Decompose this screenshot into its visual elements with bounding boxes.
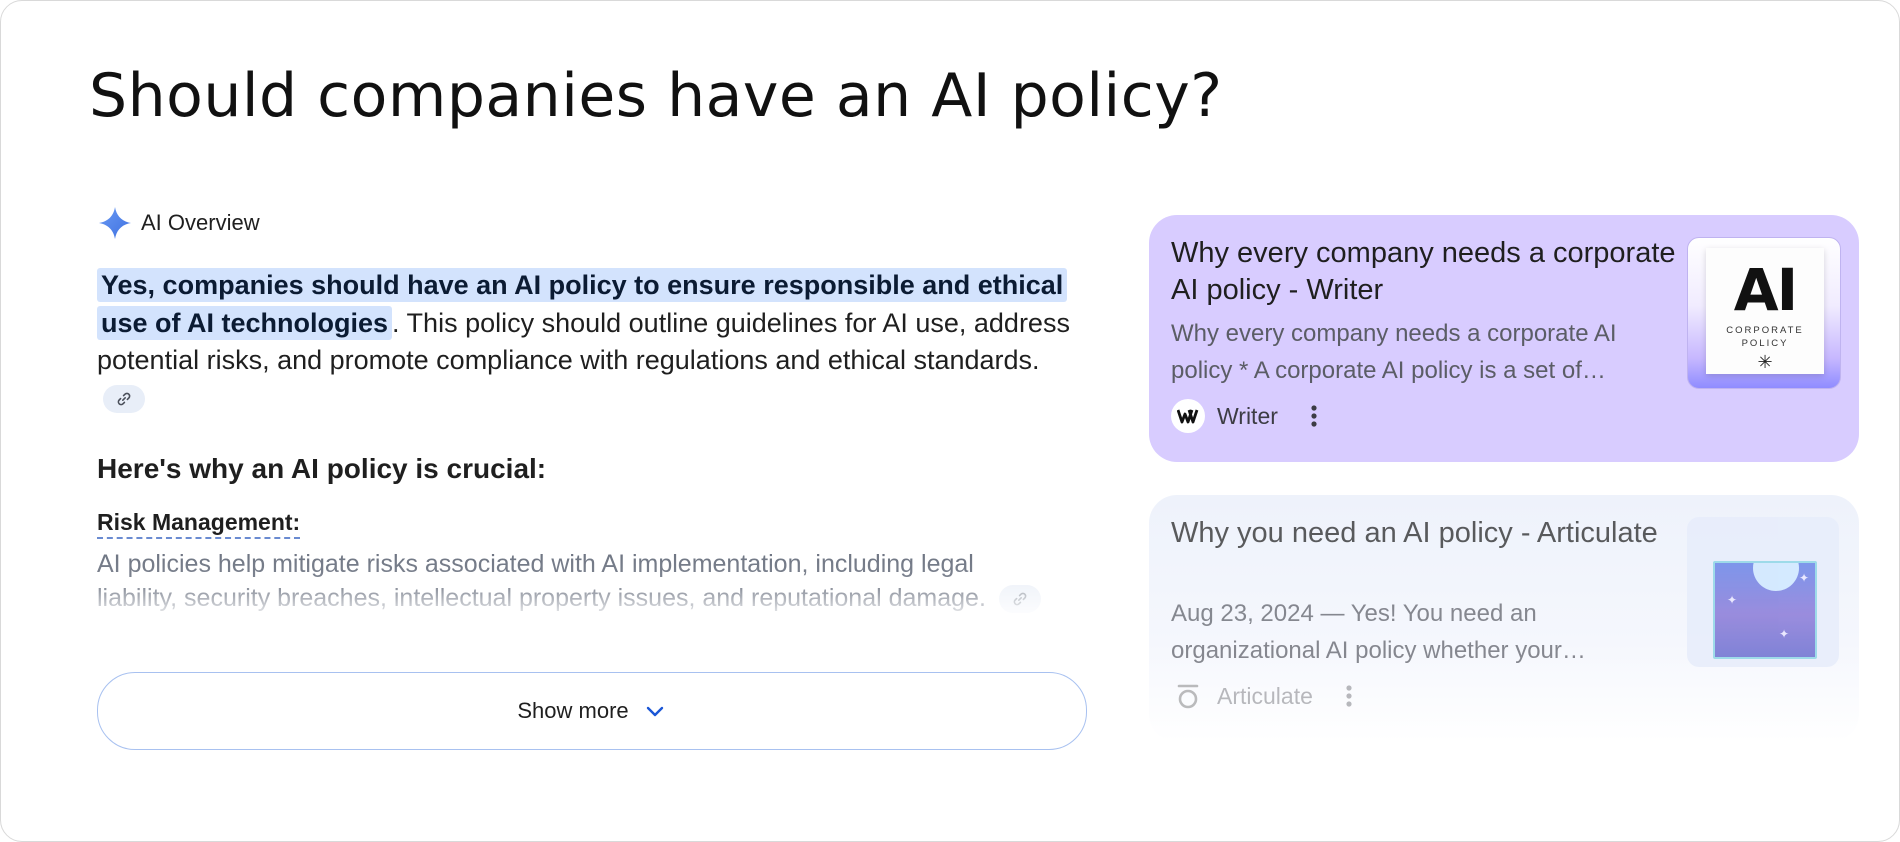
page-frame: Should companies have an AI policy? AI O… (0, 0, 1900, 842)
book-cover-image: AI CORPORATE POLICY ✳ (1706, 248, 1824, 374)
source-card-writer[interactable]: Why every company needs a corporate AI p… (1149, 215, 1859, 462)
source-link-chip[interactable] (103, 385, 145, 414)
source-thumbnail[interactable]: ✦ ✦ ✦ (1687, 517, 1839, 667)
book-cover-subtitle-line-1: CORPORATE (1726, 325, 1804, 336)
show-more-button[interactable]: Show more (97, 672, 1087, 750)
link-icon (1013, 593, 1027, 606)
gemini-spark-icon (99, 207, 131, 239)
night-sky-illustration: ✦ ✦ ✦ (1713, 561, 1817, 659)
source-name: Articulate (1217, 682, 1313, 709)
show-more-label: Show more (517, 698, 629, 723)
source-thumbnail[interactable]: AI CORPORATE POLICY ✳ (1687, 237, 1841, 389)
source-card-snippet: Aug 23, 2024 — Yes! You need an organiza… (1171, 600, 1586, 664)
source-card-source: Articulate (1171, 679, 1363, 713)
risk-management-title[interactable]: Risk Management: (97, 509, 301, 539)
source-card-articulate[interactable]: Why you need an AI policy - Articulate A… (1149, 495, 1859, 742)
risk-management-text: AI policies help mitigate risks associat… (97, 547, 1057, 615)
moon-shape (1753, 563, 1799, 591)
source-name: Writer (1217, 402, 1278, 429)
star-icon: ✦ (1799, 571, 1810, 585)
risk-source-link-chip[interactable] (998, 585, 1041, 614)
source-card-title[interactable]: Why you need an AI policy - Articulate (1171, 515, 1691, 552)
book-cover-subtitle-line-2: POLICY (1741, 338, 1789, 349)
chevron-down-icon (646, 706, 663, 717)
risk-text-body: AI policies help mitigate risks associat… (97, 550, 986, 612)
book-cover-subtitle: CORPORATE POLICY (1706, 324, 1824, 350)
link-icon (117, 393, 131, 406)
articulate-logo-icon (1171, 679, 1205, 713)
ai-overview-answer: Yes, companies should have an AI policy … (97, 267, 1087, 417)
page-title: Should companies have an AI policy? (89, 61, 1223, 131)
book-cover-title: AI (1733, 256, 1798, 324)
star-icon: ✦ (1727, 593, 1738, 607)
more-vert-icon[interactable] (1335, 682, 1363, 710)
sparkle-icon: ✳ (1757, 352, 1773, 372)
source-card-title[interactable]: Why every company needs a corporate AI p… (1171, 235, 1691, 309)
writer-logo-icon (1171, 399, 1205, 433)
source-card-source: Writer (1171, 399, 1328, 433)
why-heading: Here's why an AI policy is crucial: (97, 453, 547, 484)
source-card-snippet: Why every company needs a corporate AI p… (1171, 320, 1617, 384)
more-vert-icon[interactable] (1300, 402, 1328, 430)
star-icon: ✦ (1779, 627, 1790, 641)
ai-overview-header: AI Overview (97, 205, 260, 241)
ai-overview-label: AI Overview (141, 210, 260, 235)
